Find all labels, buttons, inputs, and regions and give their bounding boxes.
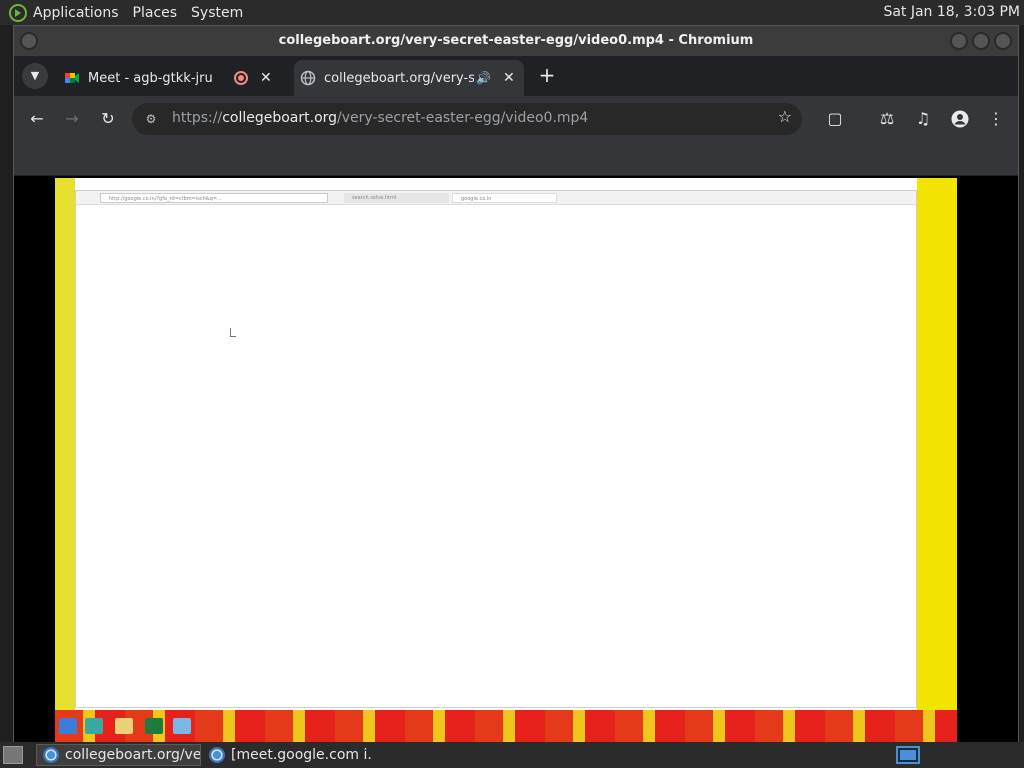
- new-tab-button[interactable]: +: [534, 63, 560, 89]
- media-controls-button[interactable]: ♫: [910, 106, 936, 132]
- recorded-address: http://google.co.in/?gfe_rd=ctbm=isch&q=…: [100, 193, 328, 203]
- bookmark-star-icon[interactable]: ☆: [778, 107, 792, 126]
- chromium-icon: [209, 747, 225, 763]
- minimize-button[interactable]: [950, 32, 968, 50]
- maximize-button[interactable]: [972, 32, 990, 50]
- music-queue-icon: ♫: [915, 109, 931, 128]
- taskbar-item-label: collegeboart.org/ve...: [65, 747, 201, 763]
- tab-meet[interactable]: Meet - agb-gtkk-jru ✕: [58, 60, 288, 96]
- chromium-icon: [43, 747, 59, 763]
- profile-button[interactable]: [947, 106, 973, 132]
- labs-button[interactable]: ⚖: [874, 106, 900, 132]
- close-icon[interactable]: ✕: [260, 70, 272, 86]
- site-info-icon[interactable]: ⚙: [142, 110, 160, 128]
- puzzle-icon: ▢: [827, 109, 843, 128]
- taskbar-item-label: [meet.google.com i...: [231, 747, 373, 763]
- bookmarks-bar: [14, 142, 1018, 176]
- browser-window: collegeboart.org/very-secret-easter-egg/…: [13, 25, 1019, 742]
- browser-toolbar: ← → ↻ ⚙ https://collegeboart.org/very-se…: [14, 96, 1018, 142]
- recorded-tab-bar: http://google.co.in/?gfe_rd=ctbm=isch&q=…: [76, 191, 916, 205]
- tab-video[interactable]: collegeboart.org/very-sec 🔊 ✕: [294, 60, 524, 96]
- spreadsheet-icon: [145, 718, 163, 734]
- system-menu[interactable]: System: [191, 5, 243, 21]
- panel-clock[interactable]: Sat Jan 18, 3:03 PM: [883, 4, 1020, 20]
- window-titlebar[interactable]: collegeboart.org/very-secret-easter-egg/…: [14, 26, 1018, 56]
- window-menu-button[interactable]: [20, 32, 38, 50]
- recorded-browser-window: http://google.co.in/?gfe_rd=ctbm=isch&q=…: [75, 190, 917, 708]
- taskbar-item-chromium[interactable]: collegeboart.org/ve...: [36, 744, 201, 766]
- video-player[interactable]: http://google.co.in/?gfe_rd=ctbm=isch&q=…: [55, 178, 957, 742]
- recording-icon: [234, 71, 248, 85]
- kebab-menu-icon: ⋮: [988, 109, 1004, 128]
- distro-logo-icon[interactable]: [9, 3, 27, 22]
- ie-icon: [85, 718, 103, 734]
- arrow-right-icon: →: [65, 109, 79, 128]
- speaker-icon[interactable]: 🔊: [476, 71, 491, 85]
- url-text: https://collegeboart.org/very-secret-eas…: [172, 110, 589, 126]
- top-panel: Applications Places System Sat Jan 18, 3…: [0, 0, 1024, 25]
- recorded-cursor-icon: [230, 328, 236, 337]
- windows-start-icon: [59, 718, 77, 734]
- google-meet-icon: [65, 73, 79, 83]
- recorded-taskbar: [55, 710, 957, 742]
- close-icon[interactable]: ✕: [503, 70, 515, 86]
- recorded-tab-1: search solve.html: [344, 193, 449, 203]
- close-window-button[interactable]: [994, 32, 1012, 50]
- tab-video-label: collegeboart.org/very-sec: [324, 70, 474, 86]
- taskbar-item-meet[interactable]: [meet.google.com i...: [203, 744, 373, 766]
- chevron-down-icon: ▼: [30, 69, 40, 82]
- extensions-button[interactable]: ▢: [822, 106, 848, 132]
- recorded-tab-2: google.co.in: [452, 193, 557, 203]
- computer-icon: [173, 718, 191, 734]
- tab-strip: ▼ Meet - agb-gtkk-jru ✕ collegeboart.org…: [14, 56, 1018, 96]
- applications-menu[interactable]: Applications: [33, 5, 119, 21]
- reload-icon: ↻: [101, 109, 115, 128]
- avatar-icon: [951, 110, 969, 128]
- video-left-edge: [55, 178, 75, 742]
- back-button[interactable]: ←: [24, 106, 50, 132]
- tab-meet-label: Meet - agb-gtkk-jru: [88, 70, 213, 86]
- reload-button[interactable]: ↻: [95, 106, 121, 132]
- show-desktop-icon[interactable]: [3, 746, 23, 764]
- chrome-menu-button[interactable]: ⋮: [983, 106, 1009, 132]
- globe-icon: [300, 70, 316, 86]
- tab-search-button[interactable]: ▼: [22, 63, 48, 89]
- flask-icon: ⚖: [879, 109, 895, 128]
- video-right-edge: [917, 178, 957, 742]
- bottom-panel: collegeboart.org/ve... [meet.google.com …: [0, 742, 1024, 768]
- arrow-left-icon: ←: [30, 109, 44, 128]
- page-content: http://google.co.in/?gfe_rd=ctbm=isch&q=…: [14, 176, 1018, 742]
- places-menu[interactable]: Places: [133, 5, 178, 21]
- plus-icon: +: [538, 63, 556, 87]
- forward-button[interactable]: →: [59, 106, 85, 132]
- window-title: collegeboart.org/very-secret-easter-egg/…: [278, 33, 754, 48]
- workspace-switcher[interactable]: [896, 746, 920, 764]
- folder-icon: [115, 718, 133, 734]
- address-bar[interactable]: ⚙ https://collegeboart.org/very-secret-e…: [132, 103, 802, 135]
